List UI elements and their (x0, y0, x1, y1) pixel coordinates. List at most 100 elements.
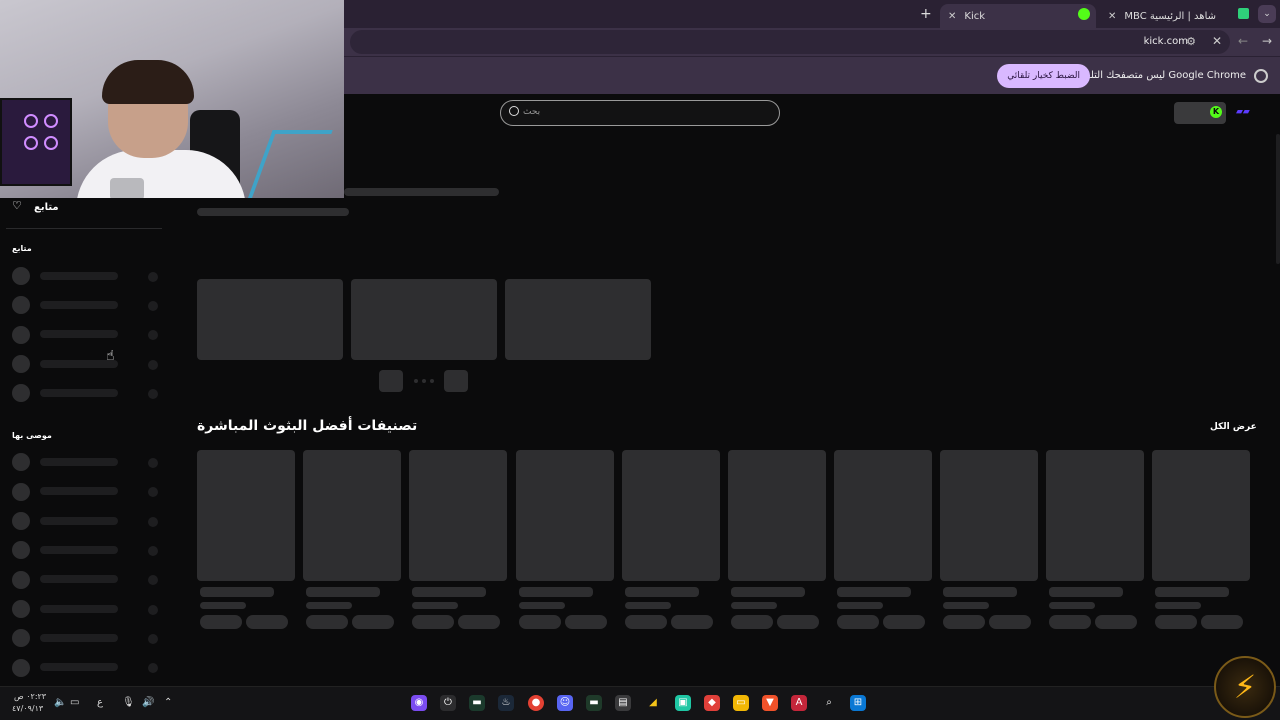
sidebar-channel-name[interactable] (40, 487, 118, 495)
sidebar-channel-avatar[interactable] (12, 512, 30, 530)
view-all-link[interactable]: عرض الكل (1210, 422, 1257, 432)
sidebar-channel-avatar[interactable] (12, 659, 30, 677)
windows-start-icon[interactable]: ⊞ (850, 695, 866, 711)
category-tag[interactable] (565, 615, 607, 629)
sidebar-channel-avatar[interactable] (12, 296, 30, 314)
taskbar-clock-time[interactable]: ٠٢:٢٣ ص (14, 692, 46, 701)
category-card[interactable] (940, 450, 1038, 581)
carousel-dot[interactable] (414, 379, 418, 383)
category-card[interactable] (197, 450, 295, 581)
sidebar-channel-avatar[interactable] (12, 600, 30, 618)
sidebar-channel-name[interactable] (40, 634, 118, 642)
carousel-dot[interactable] (430, 379, 434, 383)
category-tag[interactable] (943, 615, 985, 629)
tab-search-chevron-icon[interactable]: ⌄ (1258, 5, 1276, 23)
sidebar-channel-name[interactable] (40, 458, 118, 466)
sidebar-channel-avatar[interactable] (12, 384, 30, 402)
sidebar-channel-avatar[interactable] (12, 541, 30, 559)
sidebar-channel-avatar[interactable] (12, 326, 30, 344)
sidebar-channel-avatar[interactable] (12, 483, 30, 501)
sidebar-channel-name[interactable] (40, 605, 118, 613)
category-tag[interactable] (458, 615, 500, 629)
category-tag[interactable] (777, 615, 819, 629)
carousel-next-button[interactable] (444, 370, 468, 392)
sidebar-channel-name[interactable] (40, 272, 118, 280)
search-input[interactable]: بحث (500, 100, 780, 126)
sidebar-channel-name[interactable] (40, 389, 118, 397)
app-icon[interactable]: ▣ (675, 695, 691, 711)
app-icon[interactable]: A (791, 695, 807, 711)
sidebar-channel-name[interactable] (40, 301, 118, 309)
site-settings-icon[interactable]: ⚙ (1186, 35, 1196, 48)
category-tag[interactable] (412, 615, 454, 629)
close-tab-icon[interactable]: ✕ (948, 11, 956, 22)
category-tag[interactable] (989, 615, 1031, 629)
notepad-icon[interactable]: ▤ (615, 695, 631, 711)
brave-icon[interactable]: ▼ (762, 695, 778, 711)
app-icon[interactable]: ◉ (411, 695, 427, 711)
volume-icon[interactable]: 🔈 (54, 697, 66, 708)
category-tag[interactable] (837, 615, 879, 629)
featured-stream-card[interactable] (197, 279, 343, 360)
sidebar-channel-name[interactable] (40, 330, 118, 338)
category-tag[interactable] (1201, 615, 1243, 629)
category-tag[interactable] (625, 615, 667, 629)
carousel-prev-button[interactable] (379, 370, 403, 392)
forward-arrow-icon[interactable]: → (1262, 34, 1272, 48)
sidebar-channel-name[interactable] (40, 517, 118, 525)
category-card[interactable] (1046, 450, 1144, 581)
carousel-dot[interactable] (422, 379, 426, 383)
tab-kick[interactable]: ✕ Kick (940, 4, 1096, 28)
sidebar-channel-name[interactable] (40, 546, 118, 554)
chevron-up-icon[interactable]: ⌃ (164, 697, 172, 708)
featured-stream-card[interactable] (505, 279, 651, 360)
category-card[interactable] (409, 450, 507, 581)
sidebar-channel-avatar[interactable] (12, 267, 30, 285)
chrome-icon[interactable]: ● (528, 695, 544, 711)
input-language-indicator[interactable]: ع (97, 697, 103, 708)
category-tag[interactable] (246, 615, 288, 629)
search-icon[interactable]: ⌕ (821, 695, 837, 711)
category-tag[interactable] (1155, 615, 1197, 629)
sidebar-channel-avatar[interactable] (12, 629, 30, 647)
category-card[interactable] (303, 450, 401, 581)
tab-shahid[interactable]: ✕ MBC شاهد | الرئيسية (1100, 4, 1250, 28)
category-card[interactable] (1152, 450, 1250, 581)
steam-icon[interactable]: ♨ (498, 695, 514, 711)
address-url[interactable]: kick.com (1144, 36, 1188, 47)
page-scrollbar[interactable] (1276, 134, 1280, 264)
app-icon[interactable]: ◆ (704, 695, 720, 711)
new-tab-button[interactable]: + (920, 6, 932, 22)
category-tag[interactable] (883, 615, 925, 629)
back-arrow-icon[interactable]: ← (1238, 34, 1248, 48)
taskbar-clock-date[interactable]: ٤٧/٠٩/١٣ (12, 704, 43, 713)
sidebar-channel-avatar[interactable] (12, 355, 30, 373)
speaker-icon[interactable]: 🔊 (142, 697, 154, 708)
set-default-button[interactable]: الضبط كخيار تلقائي (997, 64, 1090, 88)
category-tag[interactable] (352, 615, 394, 629)
category-card[interactable] (622, 450, 720, 581)
app-icon[interactable]: ▬ (586, 695, 602, 711)
category-card[interactable] (516, 450, 614, 581)
category-tag[interactable] (519, 615, 561, 629)
close-tab-icon[interactable]: ✕ (1108, 11, 1116, 22)
sidebar-channel-name[interactable] (40, 663, 118, 671)
file-explorer-icon[interactable]: ▭ (733, 695, 749, 711)
category-tag[interactable] (1095, 615, 1137, 629)
category-tag[interactable] (671, 615, 713, 629)
sidebar-channel-avatar[interactable] (12, 571, 30, 589)
app-icon[interactable]: ▬ (469, 695, 485, 711)
microphone-icon[interactable]: 🎙 (122, 697, 135, 708)
sidebar-channel-name[interactable] (40, 575, 118, 583)
category-tag[interactable] (1049, 615, 1091, 629)
featured-stream-card[interactable] (351, 279, 497, 360)
discord-icon[interactable]: ☺ (557, 695, 573, 711)
app-icon[interactable]: ◢ (645, 695, 661, 711)
category-tag[interactable] (306, 615, 348, 629)
sidebar-channel-avatar[interactable] (12, 453, 30, 471)
address-bar[interactable] (350, 30, 1230, 54)
network-icon[interactable]: ▭ (70, 697, 79, 708)
category-card[interactable] (834, 450, 932, 581)
category-tag[interactable] (200, 615, 242, 629)
category-tag[interactable] (731, 615, 773, 629)
